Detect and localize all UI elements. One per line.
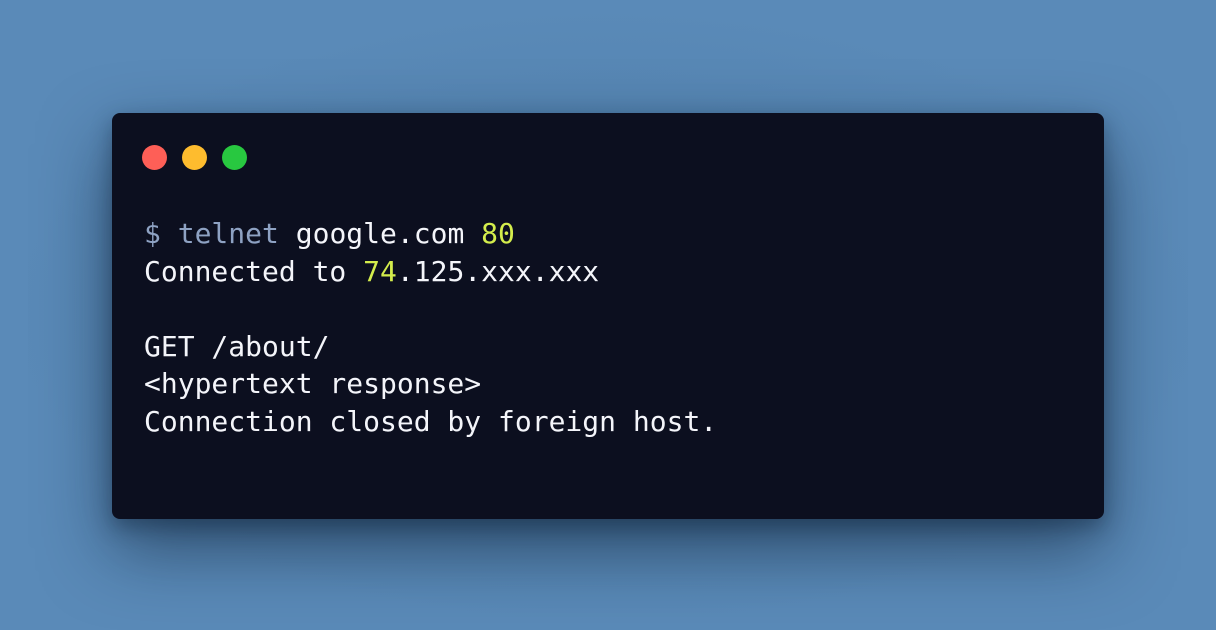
command-host: google.com (295, 217, 465, 250)
connected-prefix: Connected to (144, 254, 347, 288)
close-button[interactable] (142, 145, 167, 170)
terminal-response-line: <hypertext response> (144, 367, 482, 400)
terminal-command-line: $ telnet google.com 80 (144, 215, 717, 253)
terminal-closed-line: Connection closed by foreign host. (144, 404, 718, 438)
terminal-output: $ telnet google.com 80 Connected to 74.12… (144, 215, 717, 440)
minimize-button[interactable] (182, 145, 207, 170)
ip-rest: .125.xxx.xxx (396, 254, 600, 288)
ip-first-octet: 74 (363, 254, 397, 288)
terminal-request-line: GET /about/ (144, 329, 330, 363)
prompt-symbol: $ (144, 217, 161, 250)
maximize-button[interactable] (222, 145, 247, 170)
command-name: telnet (177, 217, 279, 250)
terminal-connected-line: Connected to 74.125.xxx.xxx (144, 253, 717, 291)
command-port: 80 (481, 217, 515, 250)
terminal-window: $ telnet google.com 80 Connected to 74.12… (112, 113, 1104, 519)
window-controls (142, 145, 247, 170)
